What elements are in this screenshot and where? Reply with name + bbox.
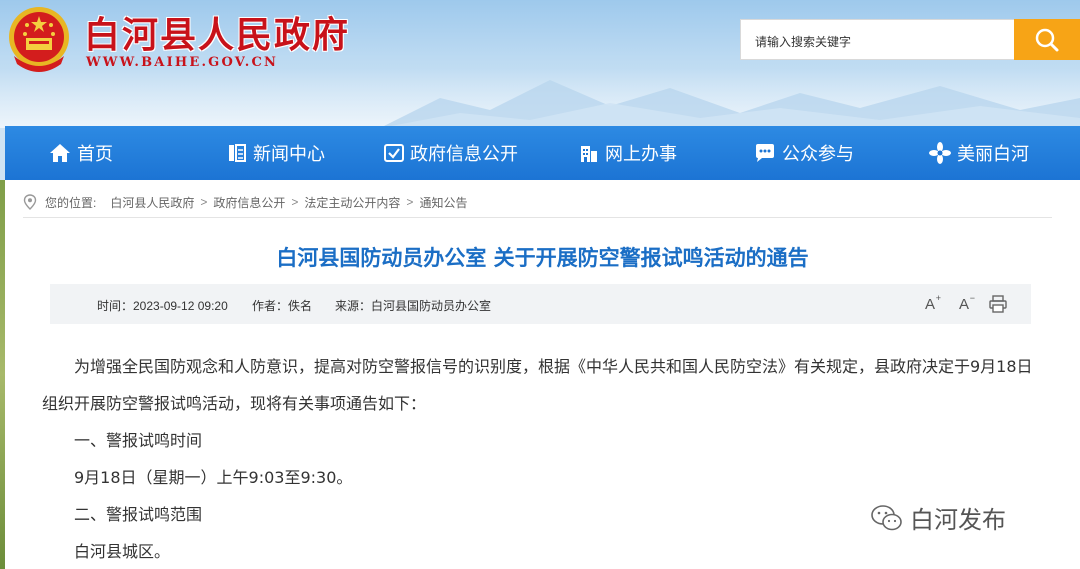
nav-item-home[interactable]: 首页 — [49, 126, 113, 180]
nav-item-label: 首页 — [77, 144, 113, 165]
article-body: 为增强全民国防观念和人防意识，提高对防空警报信号的识别度，根据《中华人民共和国人… — [42, 348, 1052, 569]
breadcrumb-item-statutory[interactable]: 法定主动公开内容 — [304, 194, 400, 211]
national-emblem-icon — [9, 7, 69, 72]
print-icon — [989, 295, 1007, 313]
wechat-icon — [871, 504, 902, 530]
mountain-backdrop — [380, 80, 1080, 128]
nav-item-label: 新闻中心 — [253, 144, 325, 165]
article-paragraph: 9月18日（星期一）上午9:03至9:30。 — [74, 468, 353, 487]
flower-icon — [929, 142, 951, 164]
site-title[interactable]: 白河县人民政府 — [84, 6, 350, 58]
watermark-text: 白河发布 — [910, 506, 1006, 534]
font-decrease-button[interactable]: A − — [953, 293, 975, 315]
nav-item-label: 公众参与 — [782, 144, 854, 165]
nav-item-label: 美丽白河 — [957, 144, 1029, 165]
breadcrumb-separator: > — [200, 195, 208, 209]
location-pin-icon — [23, 194, 37, 210]
article-heading: 一、警报试鸣时间 — [74, 431, 203, 450]
building-icon — [581, 146, 597, 162]
font-decrease-icon: A — [958, 295, 969, 313]
article-title: 白河县国防动员办公室 关于开展防空警报试鸣活动的通告 — [276, 246, 809, 270]
main-nav: 首页 新闻中心 政府信息公开 网上办事 公众参与 美丽白河 — [5, 126, 1080, 180]
breadcrumb: 您的位置: 白河县人民政府 > 政府信息公开 > 法定主动公开内容 > 通知公告 — [23, 192, 467, 212]
nav-item-info-open[interactable]: 政府信息公开 — [384, 126, 518, 180]
breadcrumb-separator: > — [406, 195, 414, 209]
breadcrumb-divider — [23, 217, 1052, 218]
home-icon — [50, 144, 70, 162]
article-tools: A + A − — [919, 293, 1009, 315]
info-open-icon — [384, 144, 404, 162]
nav-item-label: 网上办事 — [605, 144, 677, 165]
breadcrumb-item-info-open[interactable]: 政府信息公开 — [213, 194, 285, 211]
nav-item-public-participation[interactable]: 公众参与 — [754, 126, 854, 180]
search-icon — [1035, 28, 1059, 51]
print-button[interactable] — [987, 293, 1009, 315]
article-paragraph: 白河县城区。 — [74, 542, 171, 561]
site-url: WWW.BAIHE.GOV.CN — [86, 55, 279, 70]
breadcrumb-prefix: 您的位置: — [45, 195, 97, 210]
article-meta-bar: 时间：2023-09-12 09:20 作者：佚名 来源：白河县国防动员办公室 … — [50, 284, 1031, 324]
search-input[interactable]: 请输入搜索关键字 — [740, 19, 1014, 60]
breadcrumb-item-notices[interactable]: 通知公告 — [419, 194, 467, 211]
article-paragraph: 为增强全民国防观念和人防意识，提高对防空警报信号的识别度，根据《中华人民共和国人… — [74, 357, 1033, 376]
article-paragraph: 组织开展防空警报试鸣活动，现将有关事项通告如下： — [42, 394, 427, 413]
search-button[interactable] — [1014, 19, 1080, 60]
font-increase-icon: A — [924, 295, 935, 313]
nav-item-online-service[interactable]: 网上办事 — [579, 126, 677, 180]
article-author: 作者：佚名 — [252, 299, 313, 313]
article-time: 时间：2023-09-12 09:20 — [97, 299, 228, 313]
nav-item-news[interactable]: 新闻中心 — [227, 126, 325, 180]
wechat-watermark: 白河发布 — [870, 500, 1006, 535]
nav-item-beautiful-baihe[interactable]: 美丽白河 — [929, 126, 1029, 180]
breadcrumb-separator: > — [291, 195, 299, 209]
news-icon — [229, 144, 246, 162]
breadcrumb-item-home[interactable]: 白河县人民政府 — [110, 194, 194, 211]
nav-item-label: 政府信息公开 — [410, 144, 518, 165]
article-source: 来源：白河县国防动员办公室 — [335, 299, 492, 313]
font-increase-button[interactable]: A + — [919, 293, 941, 315]
site-header: 白河县人民政府 WWW.BAIHE.GOV.CN 请输入搜索关键字 — [0, 0, 1080, 128]
chat-icon — [756, 144, 774, 162]
